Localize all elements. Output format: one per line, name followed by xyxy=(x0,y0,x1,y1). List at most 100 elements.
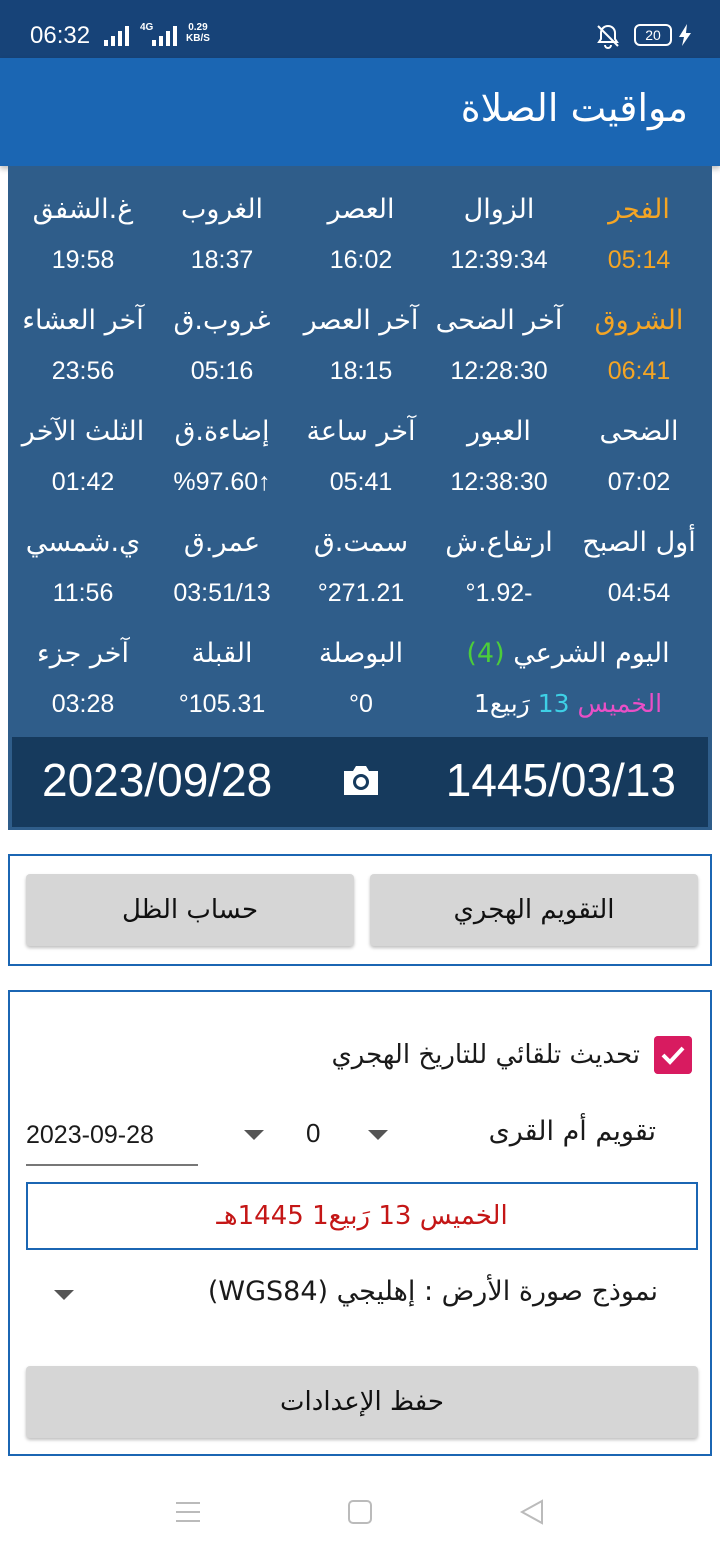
auto-update-checkbox[interactable] xyxy=(654,1036,692,1074)
prayer-times-panel: الفجر 05:14 الزوال 12:39:34 العصر 16:02 … xyxy=(8,166,712,830)
calendar-type-select[interactable]: تقويم أم القرى xyxy=(489,1116,656,1147)
prayer-label: الزوال xyxy=(463,194,535,225)
home-icon[interactable] xyxy=(348,1500,372,1524)
prayer-value: 19:58 xyxy=(51,246,115,274)
battery-level: 20 xyxy=(634,24,672,46)
save-settings-button[interactable]: حفظ الإعدادات xyxy=(26,1366,698,1438)
prayer-cell-asr[interactable]: العصر 16:02 xyxy=(291,190,431,280)
prayer-value: 11:56 xyxy=(52,579,114,607)
legal-day-value: الخميس 13 رَبيع1 xyxy=(428,684,708,724)
prayer-label: آخر الضحى xyxy=(435,305,563,336)
prayer-label: ارتفاع.ش xyxy=(445,527,553,558)
prayer-label: إضاءة.ق xyxy=(174,416,270,447)
legal-day-count: (4) xyxy=(466,638,505,669)
prayer-label: العصر xyxy=(327,194,395,225)
prayer-value: 18:37 xyxy=(190,246,254,274)
prayer-cell-shafaq[interactable]: غ.الشفق 19:58 xyxy=(13,190,153,280)
prayer-value: 12:28:30 xyxy=(450,357,548,385)
network-speed: 0.29 KB/S xyxy=(186,22,210,44)
speed-unit: KB/S xyxy=(186,33,210,44)
prayer-cell-maghrib[interactable]: الغروب 18:37 xyxy=(152,190,292,280)
prayer-value: °271.21 xyxy=(317,579,405,607)
prayer-label: غ.الشفق xyxy=(32,194,134,225)
app-bar: مواقيت الصلاة xyxy=(0,58,720,166)
prayer-cell-moonset[interactable]: غروب.ق 05:16 xyxy=(152,301,292,391)
prayer-label: الضحى xyxy=(599,416,679,447)
prayer-cell-solar-noon[interactable]: ي.شمسي 11:56 xyxy=(13,523,153,613)
menu-icon[interactable] xyxy=(174,1500,202,1524)
chevron-down-icon[interactable] xyxy=(244,1130,264,1140)
prayer-label: الشروق xyxy=(594,305,684,336)
prayer-label: آخر جزء xyxy=(37,638,129,669)
signal-icon xyxy=(104,26,129,46)
prayer-label: آخر العشاء xyxy=(22,305,144,336)
bell-muted-icon xyxy=(597,24,619,50)
prayer-label: غروب.ق xyxy=(173,305,271,336)
auto-update-label: تحديث تلقائي للتاريخ الهجري xyxy=(331,1040,640,1070)
charging-icon xyxy=(679,24,691,46)
chevron-down-icon[interactable] xyxy=(54,1290,74,1300)
prayer-cell-last-third[interactable]: الثلث الآخر 01:42 xyxy=(13,412,153,502)
prayer-value: 05:16 xyxy=(190,357,254,385)
prayer-value: 06:41 xyxy=(607,357,671,385)
legal-day-weekday: الخميس xyxy=(577,689,663,718)
prayer-cell-sun-altitude[interactable]: ارتفاع.ش °1.92- xyxy=(429,523,569,613)
prayer-cell-fajr[interactable]: الفجر 05:14 xyxy=(569,190,709,280)
tools-box: حساب الظل التقويم الهجري xyxy=(8,854,712,966)
prayer-label: عمر.ق xyxy=(183,527,261,558)
prayer-value: 18:15 xyxy=(329,357,393,385)
prayer-cell-last-isha[interactable]: آخر العشاء 23:56 xyxy=(13,301,153,391)
prayer-cell-moon-azimuth[interactable]: سمت.ق °271.21 xyxy=(291,523,431,613)
prayer-cell-transit[interactable]: العبور 12:38:30 xyxy=(429,412,569,502)
prayer-cell-duha[interactable]: الضحى 07:02 xyxy=(569,412,709,502)
prayer-value: °1.92- xyxy=(465,579,533,607)
gregorian-date[interactable]: 2023/09/28 xyxy=(42,753,272,807)
prayer-cell-last-asr[interactable]: آخر العصر 18:15 xyxy=(291,301,431,391)
prayer-label: آخر ساعة xyxy=(306,416,416,447)
prayer-value: 12:39:34 xyxy=(450,246,548,274)
date-bar: 2023/09/28 1445/03/13 xyxy=(12,737,708,827)
prayer-value: 05:41 xyxy=(329,468,393,496)
hijri-result: الخميس 13 رَبيع1 1445هـ xyxy=(26,1182,698,1250)
back-icon[interactable] xyxy=(518,1498,546,1526)
speed-value: 0.29 xyxy=(188,22,208,33)
prayer-cell-first-dawn[interactable]: أول الصبح 04:54 xyxy=(569,523,709,613)
prayer-label: العبور xyxy=(467,416,531,447)
chevron-down-icon[interactable] xyxy=(368,1130,388,1140)
page-title: مواقيت الصلاة xyxy=(460,86,688,130)
prayer-value: 03:28 xyxy=(51,690,115,718)
legal-day-number: 13 xyxy=(537,689,570,718)
prayer-value: °105.31 xyxy=(178,690,266,718)
prayer-value: 01:42 xyxy=(51,468,115,496)
prayer-cell-last-hour[interactable]: آخر ساعة 05:41 xyxy=(291,412,431,502)
auto-update-row[interactable]: تحديث تلقائي للتاريخ الهجري xyxy=(331,1032,692,1078)
status-time: 06:32 xyxy=(30,22,91,49)
shadow-calc-button[interactable]: حساب الظل xyxy=(26,874,354,946)
prayer-label: ي.شمسي xyxy=(25,527,141,558)
hijri-date[interactable]: 1445/03/13 xyxy=(446,753,676,807)
nav-bar xyxy=(0,1470,720,1560)
prayer-value: 23:56 xyxy=(51,357,115,385)
prayer-value: 03:51/13 xyxy=(173,579,271,607)
prayer-cell-legal-day[interactable]: اليوم الشرعي (4) الخميس 13 رَبيع1 xyxy=(428,634,708,724)
prayer-value: °0 xyxy=(349,690,373,718)
prayer-label: أول الصبح xyxy=(582,527,696,558)
offset-select[interactable]: 0 xyxy=(306,1118,320,1149)
status-bar: 06:32 4G 0.29 KB/S 20 xyxy=(0,0,720,58)
prayer-cell-zawal[interactable]: الزوال 12:39:34 xyxy=(429,190,569,280)
prayer-label: الغروب xyxy=(180,194,264,225)
prayer-cell-sunrise[interactable]: الشروق 06:41 xyxy=(569,301,709,391)
prayer-cell-moon-age[interactable]: عمر.ق 03:51/13 xyxy=(152,523,292,613)
earth-model-select[interactable]: نموذج صورة الأرض : إهليجي (WGS84) xyxy=(208,1276,658,1307)
prayer-cell-qibla[interactable]: القبلة °105.31 xyxy=(152,634,292,724)
prayer-cell-last-part[interactable]: آخر جزء 03:28 xyxy=(13,634,153,724)
prayer-value: 05:14 xyxy=(607,246,671,274)
prayer-cell-last-duha[interactable]: آخر الضحى 12:28:30 xyxy=(429,301,569,391)
legal-day-month: رَبيع1 xyxy=(473,689,530,718)
date-input[interactable]: 2023-09-28 xyxy=(26,1110,198,1166)
hijri-calendar-button[interactable]: التقويم الهجري xyxy=(370,874,698,946)
prayer-cell-moon-illumination[interactable]: إضاءة.ق %97.60↑ xyxy=(152,412,292,502)
legal-day-label: اليوم الشرعي (4) xyxy=(428,634,708,674)
camera-icon[interactable] xyxy=(340,761,382,799)
prayer-cell-compass[interactable]: البوصلة °0 xyxy=(291,634,431,724)
